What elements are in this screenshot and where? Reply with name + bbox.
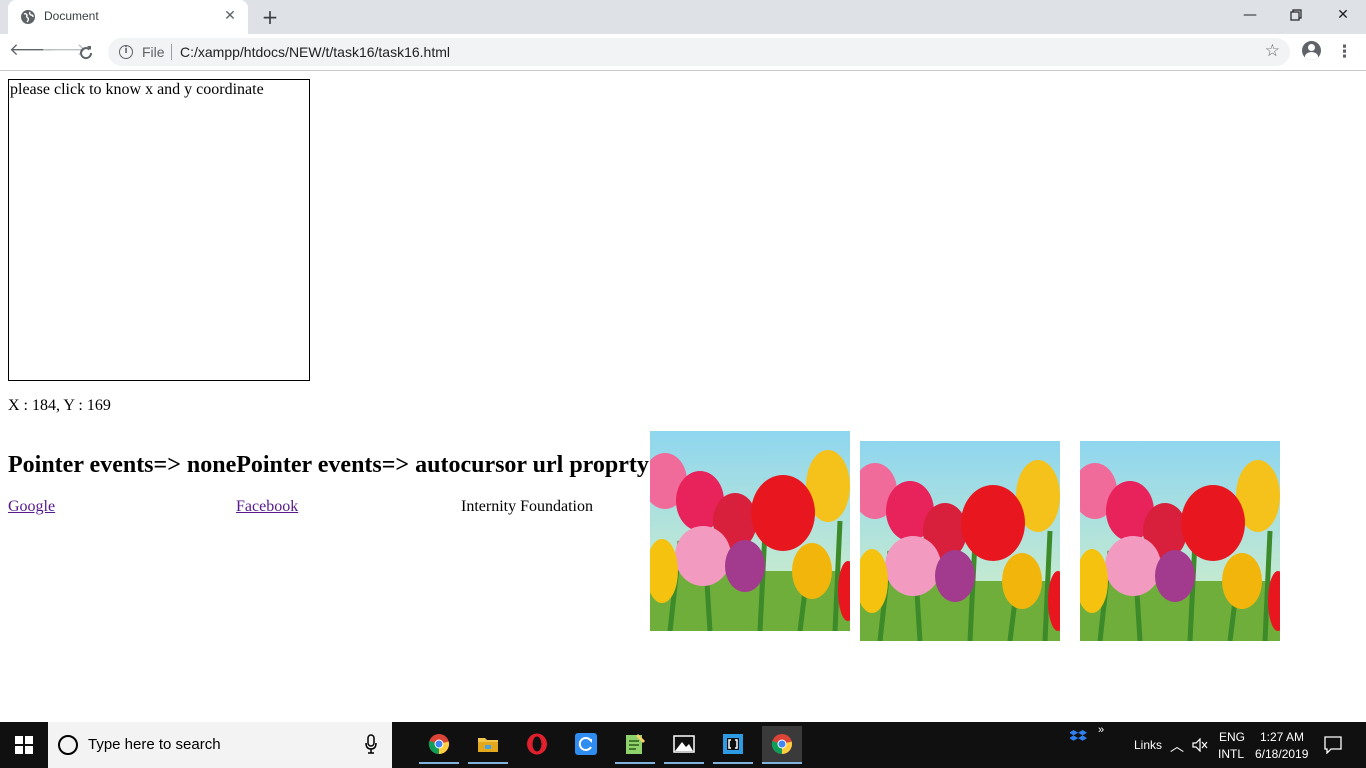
chrome-icon (428, 734, 450, 755)
minimize-button[interactable]: — (1227, 0, 1273, 30)
taskbar-opera-app[interactable] (517, 726, 557, 764)
address-url[interactable]: C:/xampp/htdocs/NEW/t/task16/task16.html (180, 44, 450, 60)
taskbar-photos-app[interactable] (664, 726, 704, 764)
taskbar-file-explorer-app[interactable] (468, 726, 508, 764)
windows-logo-icon (15, 736, 33, 754)
action-center-icon[interactable] (1324, 736, 1342, 754)
coordinate-click-box[interactable]: please click to know x and y coordinate (8, 79, 310, 381)
folder-icon (478, 738, 498, 752)
tab-close-icon[interactable]: ✕ (222, 8, 238, 24)
coordinates-readout: X : 184, Y : 169 (8, 397, 111, 414)
reload-button[interactable] (73, 40, 99, 66)
brackets-app-icon (723, 734, 743, 754)
restore-icon (1290, 9, 1302, 21)
click-box-text: please click to know x and y coordinate (10, 81, 264, 98)
volume-muted-icon[interactable] (1192, 738, 1208, 752)
reload-icon (80, 46, 93, 60)
photos-icon (673, 735, 695, 753)
taskbar-chrome-active-app[interactable] (762, 726, 802, 764)
links-toolbar-label[interactable]: Links (1134, 738, 1162, 752)
address-divider (171, 44, 172, 60)
tab-title: Document (44, 9, 99, 23)
tab-strip: Document ✕ + — ✕ (0, 0, 1366, 34)
start-button[interactable] (0, 722, 48, 768)
internity-foundation-text: Internity Foundation (461, 498, 593, 515)
page-viewport: please click to know x and y coordinate … (0, 71, 1366, 722)
facebook-link[interactable]: Facebook (236, 498, 298, 516)
forward-button[interactable]: 🡒 (41, 40, 87, 66)
notepad-plus-icon (626, 734, 645, 754)
tulip-image (860, 441, 1060, 641)
taskbar-editor-app[interactable] (713, 726, 753, 764)
show-hidden-icons-chevron-icon[interactable]: ︿ (1170, 736, 1184, 756)
profile-avatar-icon[interactable] (1302, 41, 1321, 60)
taskbar-sync-app[interactable] (566, 726, 606, 764)
bookmark-star-icon[interactable]: ☆ (1265, 41, 1280, 61)
taskbar-search-box[interactable]: Type here to search (48, 722, 392, 768)
back-button[interactable]: 🡐 (9, 40, 55, 66)
browser-toolbar: 🡐 🡒 i File C:/xampp/htdocs/NEW/t/task16/… (0, 34, 1366, 71)
windows-taskbar: Type here to search » Links ︿ ENG INTL 1… (0, 722, 1366, 768)
google-link[interactable]: Google (8, 498, 55, 516)
keyboard-layout[interactable]: INTL (1218, 747, 1244, 761)
taskbar-notepad-app[interactable] (615, 726, 655, 764)
browser-tab[interactable]: Document ✕ (8, 0, 248, 34)
cortana-icon (58, 735, 78, 755)
address-bar[interactable]: i File C:/xampp/htdocs/NEW/t/task16/task… (108, 38, 1290, 66)
sync-icon (575, 733, 597, 755)
globe-icon (21, 10, 35, 24)
close-window-button[interactable]: ✕ (1320, 0, 1366, 30)
opera-icon (527, 733, 547, 755)
dropbox-icon[interactable] (1070, 730, 1088, 744)
site-info-icon[interactable]: i (119, 45, 133, 59)
address-scheme: File (142, 44, 165, 60)
input-language[interactable]: ENG (1219, 730, 1245, 744)
page-heading: Pointer events=> nonePointer events=> au… (8, 452, 649, 478)
chrome-icon (771, 734, 793, 755)
taskbar-chrome-app[interactable] (419, 726, 459, 764)
new-tab-button[interactable]: + (258, 6, 282, 28)
browser-menu-icon[interactable]: ⋮ (1336, 40, 1353, 64)
clock-time[interactable]: 1:27 AM (1260, 730, 1304, 744)
tray-overflow-chevron-icon[interactable]: » (1098, 724, 1104, 736)
tulip-image (650, 431, 850, 631)
tulip-image (1080, 441, 1280, 641)
search-placeholder: Type here to search (88, 736, 221, 753)
clock-date[interactable]: 6/18/2019 (1255, 747, 1308, 761)
microphone-icon[interactable] (365, 734, 377, 754)
restore-button[interactable] (1273, 0, 1319, 30)
